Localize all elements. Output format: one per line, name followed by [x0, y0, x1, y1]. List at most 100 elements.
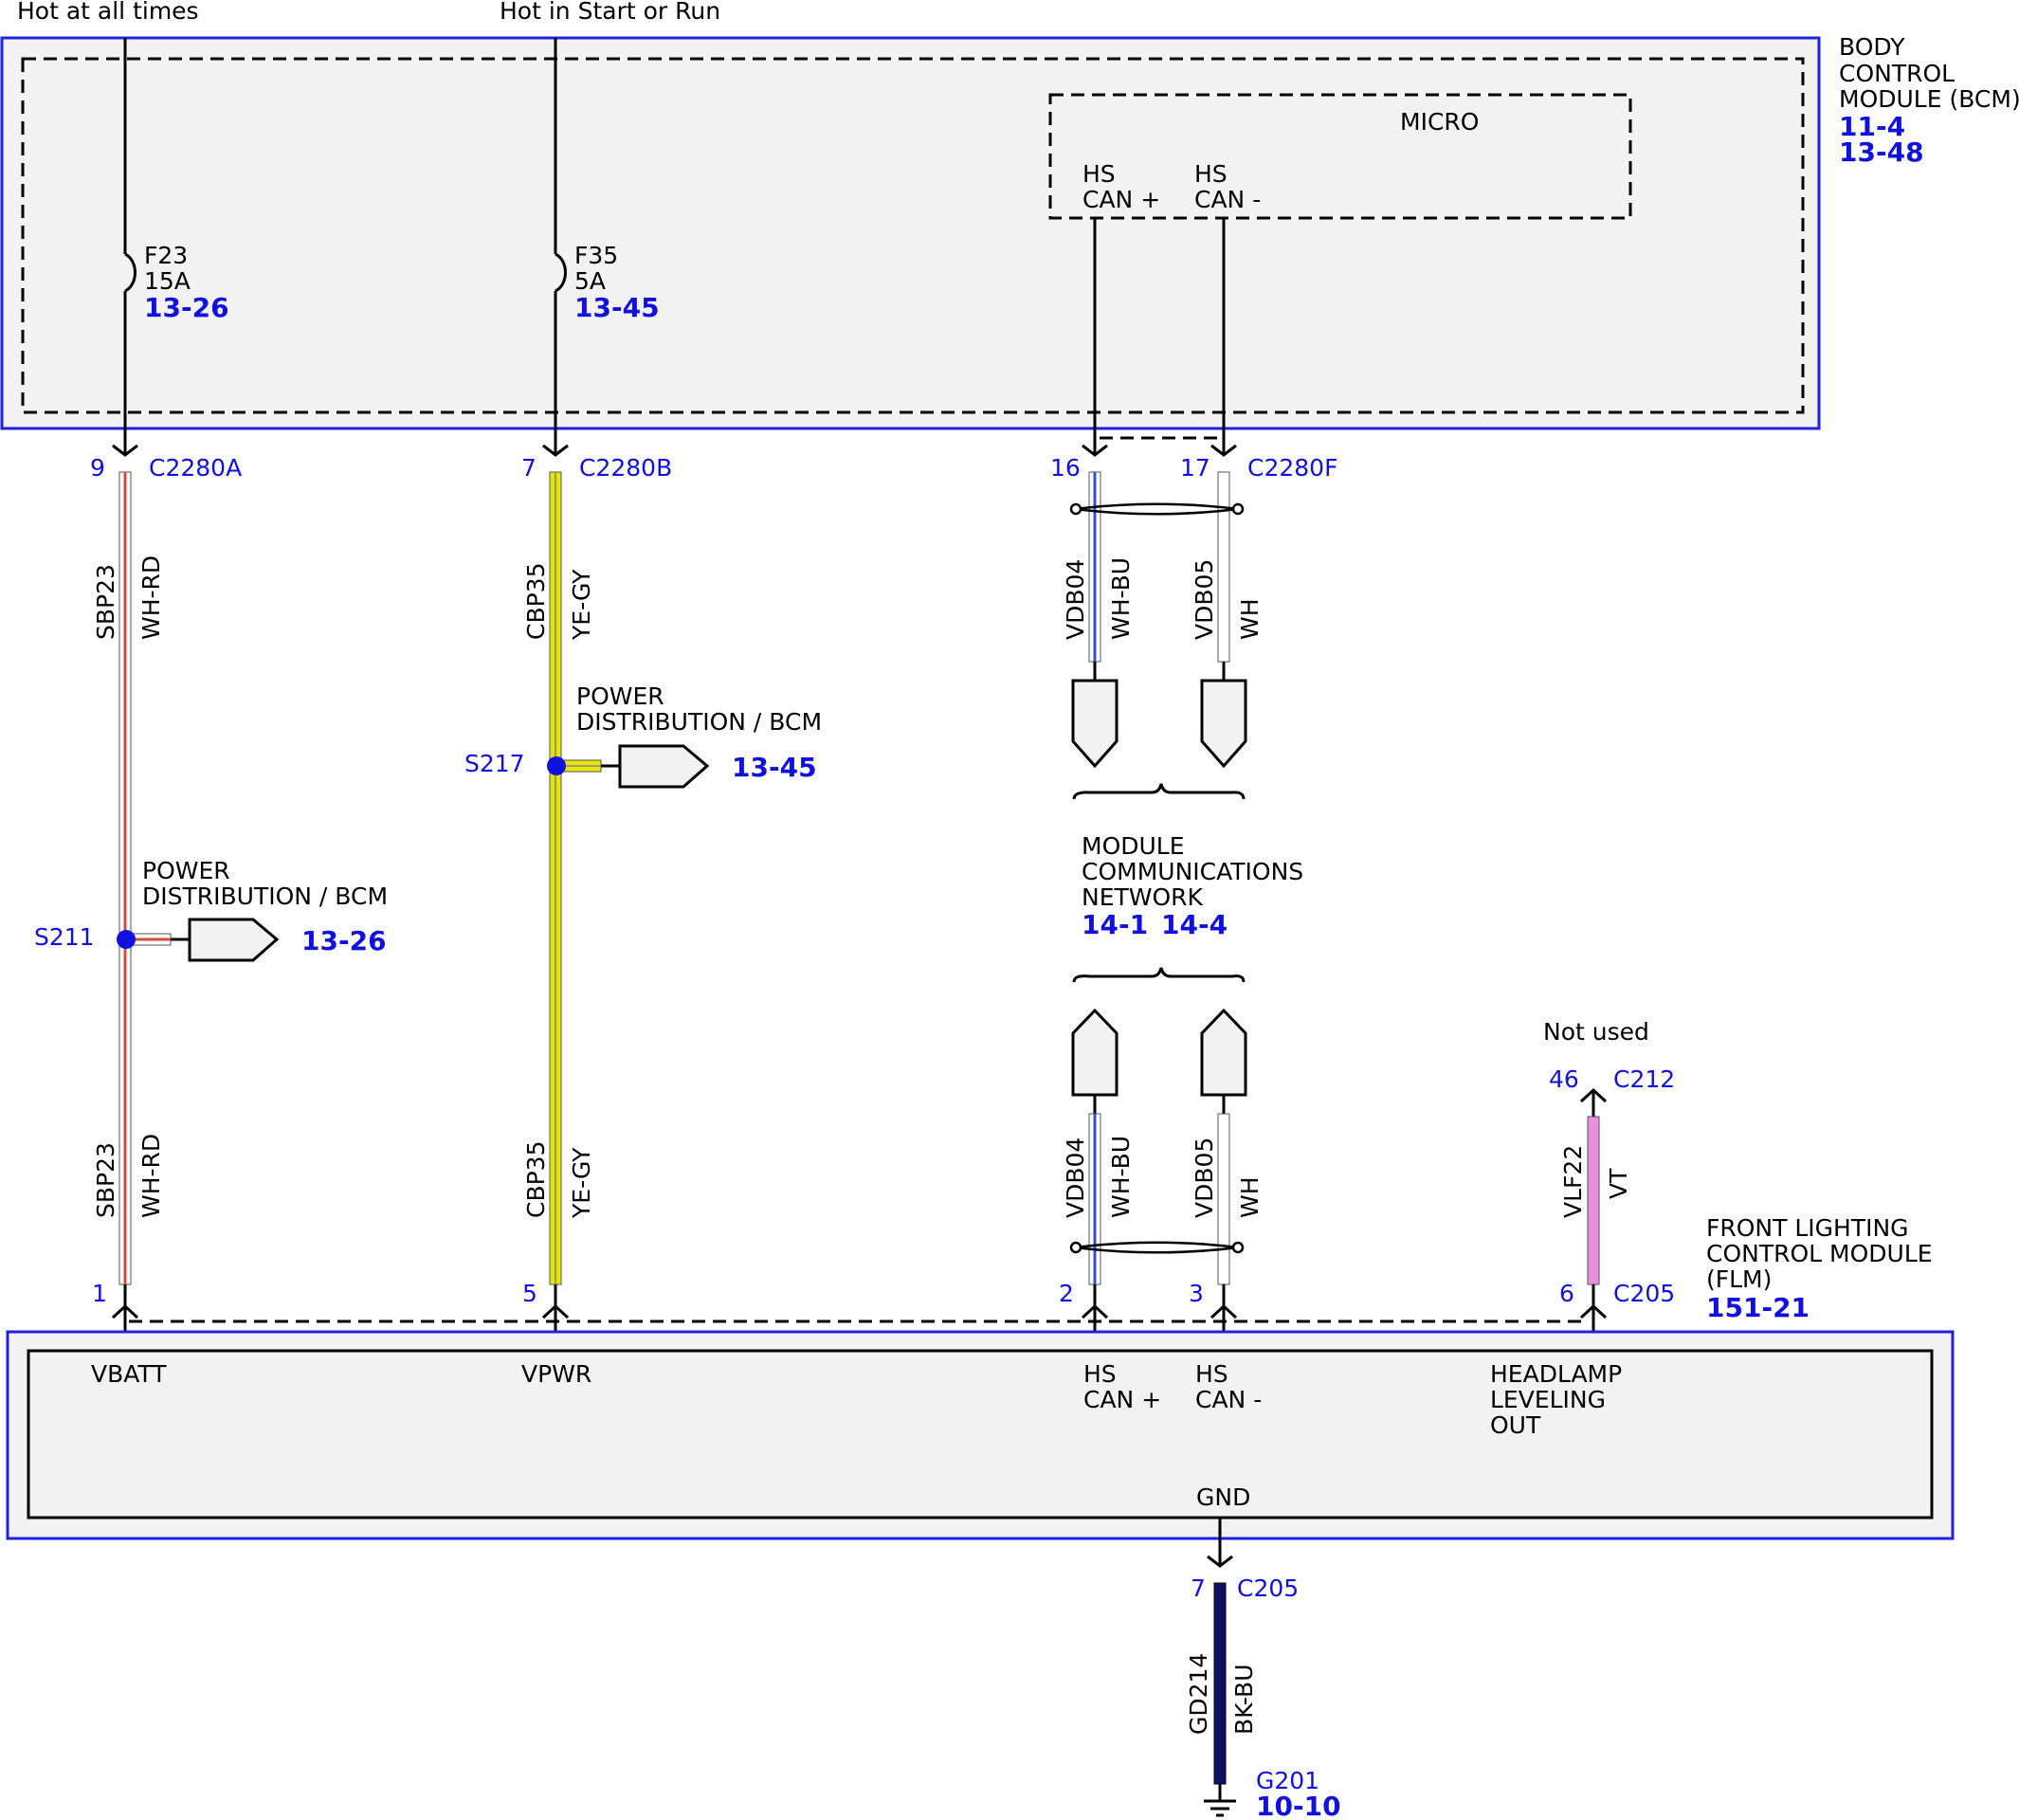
bcm-hs-can-plus-l2: CAN + — [1082, 186, 1160, 213]
fuse-f35-ref[interactable]: 13-45 — [574, 292, 660, 323]
flm-hs-can-minus-l1: HS — [1195, 1360, 1228, 1388]
flm-vbatt-label: VBATT — [91, 1360, 167, 1388]
s217-id: S217 — [464, 750, 525, 777]
c2280a-pin-number: 9 — [90, 454, 105, 482]
vdb05-circuit-upper: VDB05 — [1191, 559, 1218, 640]
fuse-f23-id: F23 — [144, 242, 188, 269]
flm-inner-boundary — [27, 1349, 1934, 1520]
fuse-f23-rating: 15A — [144, 267, 191, 295]
bcm-name-line-1: BODY — [1839, 33, 1905, 61]
bcm-name-line-2: CONTROL — [1839, 60, 1955, 87]
c2280f-pin17-number: 17 — [1180, 454, 1210, 482]
vlf22-circuit: VLF22 — [1559, 1145, 1587, 1218]
s211-id: S211 — [34, 923, 95, 951]
gd214-color: BK-BU — [1230, 1665, 1258, 1736]
gd214-circuit: GD214 — [1185, 1653, 1212, 1735]
vdb05-upper-body — [1217, 471, 1230, 663]
ground-symbol-icon — [1204, 1784, 1236, 1817]
not-used-label: Not used — [1543, 1018, 1649, 1046]
splice-s217[interactable] — [547, 744, 710, 789]
s211-splice-dot-icon — [117, 930, 136, 949]
network-name-line-2: COMMUNICATIONS — [1082, 858, 1303, 885]
sbp23-circuit-upper: SBP23 — [92, 564, 119, 640]
flm-name-line-2: CONTROL MODULE — [1706, 1240, 1933, 1267]
flm-headlamp-line-2: LEVELING — [1490, 1386, 1606, 1413]
c2280f-pin16-number: 16 — [1050, 454, 1081, 482]
wire-vdb04-upper[interactable] — [1088, 471, 1101, 663]
flm-pin6-number: 6 — [1559, 1280, 1574, 1307]
vdb05-lower-body — [1217, 1113, 1230, 1285]
twisted-pair-upper-right-end — [1231, 502, 1245, 516]
bcm-hs-can-plus-l1: HS — [1082, 160, 1116, 188]
network-ref-2[interactable]: 14-4 — [1161, 909, 1228, 940]
network-ref-1[interactable]: 14-1 — [1082, 909, 1148, 940]
gnd-connector-name: C205 — [1237, 1574, 1299, 1602]
sbp23-color-upper: WH-RD — [137, 555, 165, 640]
wire-cbp35[interactable] — [549, 471, 562, 1285]
fuse-f23-ref[interactable]: 13-26 — [144, 292, 229, 323]
gnd-pin-number: 7 — [1191, 1574, 1206, 1602]
vdb04-circuit-upper: VDB04 — [1062, 559, 1089, 640]
fuse-f35-id: F35 — [574, 242, 618, 269]
flm-pin5-number: 5 — [522, 1280, 537, 1307]
flm-name-line-1: FRONT LIGHTING — [1706, 1214, 1909, 1242]
network-name-line-1: MODULE — [1082, 832, 1185, 860]
bcm-name-line-3: MODULE (BCM) — [1839, 85, 2019, 113]
c2280a-connector-name: C2280A — [149, 454, 242, 482]
network-brace-bottom-icon — [1072, 967, 1246, 983]
flm-pin2-number: 2 — [1059, 1280, 1074, 1307]
cbp35-color-lower: YE-GY — [568, 1147, 595, 1219]
hot-in-start-run-label: Hot in Start or Run — [500, 0, 720, 25]
bcm-module[interactable] — [0, 36, 1821, 430]
twisted-pair-upper-left-end — [1069, 502, 1082, 516]
s217-dest-line-2: DISTRIBUTION / BCM — [576, 708, 822, 736]
vdb04-continuation-down-icon — [1071, 679, 1119, 769]
vdb04-color-lower: WH-BU — [1107, 1136, 1135, 1218]
splice-s211[interactable] — [117, 918, 280, 962]
vlf22-color: VT — [1605, 1168, 1632, 1199]
wire-vlf22[interactable] — [1587, 1116, 1600, 1285]
gd214-body — [1213, 1582, 1227, 1785]
wire-gd214[interactable] — [1213, 1582, 1227, 1785]
vlf22-body — [1587, 1116, 1600, 1285]
c2280b-pin-number: 7 — [521, 454, 537, 482]
twisted-pair-lower-right-end — [1231, 1241, 1245, 1254]
vdb05-continuation-down-icon — [1200, 679, 1247, 769]
wire-vdb05-lower[interactable] — [1217, 1113, 1230, 1285]
c2280b-connector-name: C2280B — [579, 454, 672, 482]
c212-connector-name: C212 — [1613, 1065, 1675, 1093]
vdb04-color-upper: WH-BU — [1107, 557, 1135, 640]
vdb05-continuation-up-icon — [1200, 1008, 1247, 1097]
s217-dest-line-1: POWER — [576, 682, 664, 710]
flm-pin1-number: 1 — [92, 1280, 107, 1307]
s211-ref[interactable]: 13-26 — [301, 925, 387, 956]
fuse-f35-rating: 5A — [574, 267, 606, 295]
vdb05-circuit-lower: VDB05 — [1191, 1138, 1218, 1218]
bcm-outline — [0, 36, 1821, 430]
s217-ref[interactable]: 13-45 — [732, 752, 817, 783]
flm-hs-can-minus-l2: CAN - — [1195, 1386, 1262, 1413]
bcm-hs-can-minus-l2: CAN - — [1194, 186, 1261, 213]
c212-pin-number: 46 — [1549, 1065, 1579, 1093]
ground-ref[interactable]: 10-10 — [1256, 1791, 1341, 1820]
bcm-ref-2[interactable]: 13-48 — [1839, 136, 1924, 168]
flm-vpwr-label: VPWR — [521, 1360, 591, 1388]
vdb05-color-lower: WH — [1236, 1176, 1264, 1218]
vdb04-circuit-lower: VDB04 — [1062, 1138, 1089, 1218]
wire-vdb05-upper[interactable] — [1217, 471, 1230, 663]
s217-destination-arrow-icon — [618, 744, 710, 789]
flm-ref[interactable]: 151-21 — [1706, 1292, 1810, 1323]
flm-headlamp-line-1: HEADLAMP — [1490, 1360, 1622, 1388]
flm-pin3-number: 3 — [1189, 1280, 1204, 1307]
flm-connector-name: C205 — [1613, 1280, 1675, 1307]
cbp35-circuit-upper: CBP35 — [522, 563, 550, 641]
network-name-line-3: NETWORK — [1082, 883, 1204, 911]
sbp23-circuit-lower: SBP23 — [92, 1142, 119, 1218]
wire-vdb04-lower[interactable] — [1088, 1113, 1101, 1285]
twisted-pair-lower-left-end — [1069, 1241, 1082, 1254]
hot-at-all-times-label: Hot at all times — [17, 0, 199, 25]
s211-destination-arrow-icon — [188, 918, 280, 962]
flm-module[interactable] — [6, 1330, 1955, 1540]
wire-sbp23[interactable] — [118, 471, 132, 1285]
vdb05-color-upper: WH — [1236, 598, 1264, 640]
